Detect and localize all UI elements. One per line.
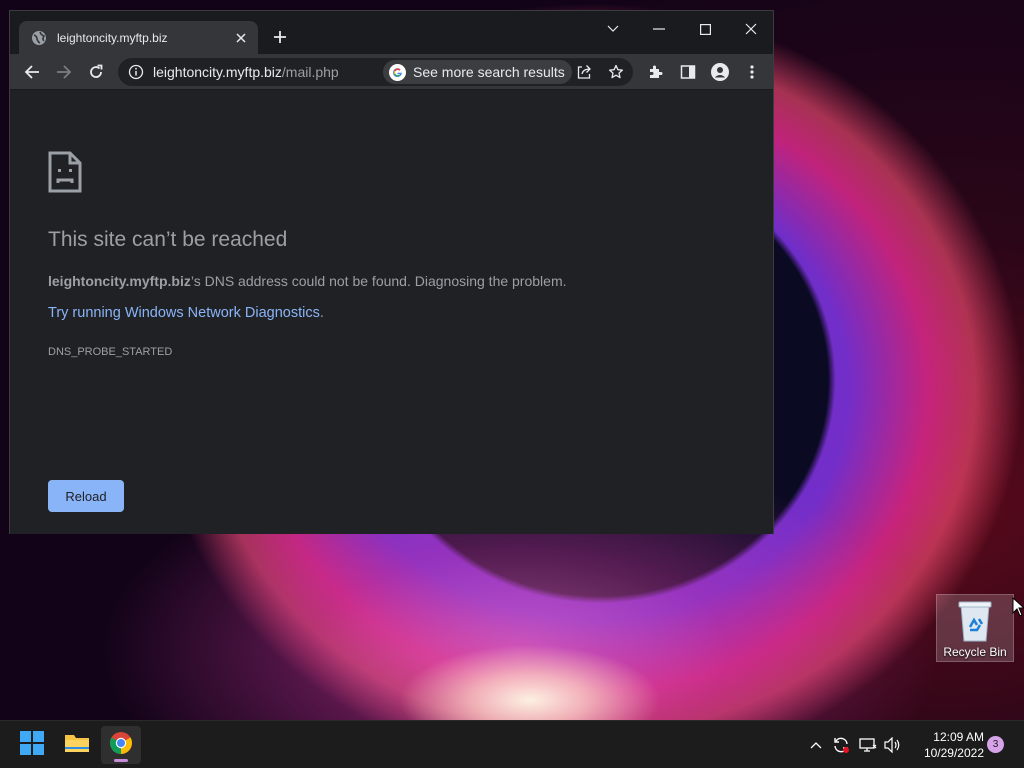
taskbar: 12:09 AM 10/29/2022 3 bbox=[0, 720, 1024, 768]
chrome-icon bbox=[109, 731, 133, 760]
tab-strip: leightoncity.myftp.biz bbox=[10, 11, 773, 54]
clock-date: 10/29/2022 bbox=[923, 746, 984, 760]
file-explorer-button[interactable] bbox=[57, 726, 97, 764]
address-bar[interactable]: leightoncity.myftp.biz/mail.php See more… bbox=[118, 58, 633, 86]
error-description: leightoncity.myftp.biz’s DNS address cou… bbox=[48, 273, 567, 289]
reload-button[interactable]: Reload bbox=[48, 480, 124, 512]
clock[interactable]: 12:09 AM 10/29/2022 bbox=[908, 729, 984, 761]
recycle-bin-icon bbox=[955, 599, 995, 643]
plus-icon[interactable] bbox=[271, 28, 289, 46]
error-page: This site can’t be reached leightoncity.… bbox=[10, 91, 773, 534]
person-icon[interactable] bbox=[708, 60, 732, 84]
address-path: /mail.php bbox=[281, 64, 339, 80]
sad-file-icon bbox=[48, 151, 82, 193]
search-chip-label: See more search results bbox=[413, 64, 565, 80]
search-results-chip[interactable]: See more search results bbox=[383, 60, 572, 84]
kebab-menu-icon[interactable] bbox=[740, 60, 764, 84]
info-icon[interactable] bbox=[128, 64, 144, 80]
forward-arrow-icon[interactable] bbox=[52, 60, 76, 84]
star-icon[interactable] bbox=[607, 63, 625, 81]
link-suffix: . bbox=[319, 305, 324, 321]
recycle-bin-label: Recycle Bin bbox=[943, 645, 1007, 659]
back-arrow-icon[interactable] bbox=[20, 60, 44, 84]
minimize-icon[interactable] bbox=[646, 18, 672, 40]
error-desc-rest: ’s DNS address could not be found. Diagn… bbox=[190, 273, 567, 289]
close-icon[interactable] bbox=[738, 18, 764, 40]
address-host: leightoncity.myftp.biz bbox=[153, 64, 282, 80]
puzzle-icon[interactable] bbox=[644, 60, 668, 84]
side-panel-icon[interactable] bbox=[676, 60, 700, 84]
error-title: This site can’t be reached bbox=[48, 228, 288, 251]
share-icon[interactable] bbox=[575, 63, 593, 81]
clock-time: 12:09 AM bbox=[933, 730, 984, 744]
error-code: DNS_PROBE_STARTED bbox=[48, 346, 173, 358]
active-indicator bbox=[114, 759, 128, 762]
chevron-up-icon[interactable] bbox=[806, 735, 826, 755]
tab-title: leightoncity.myftp.biz bbox=[57, 30, 168, 45]
network-diagnostics-link-wrap: Try running Windows Network Diagnostics. bbox=[48, 305, 324, 321]
toolbar: leightoncity.myftp.biz/mail.php See more… bbox=[10, 54, 773, 90]
sync-icon[interactable] bbox=[831, 735, 851, 755]
network-diagnostics-link[interactable]: Try running Windows Network Diagnostics bbox=[48, 305, 320, 321]
mouse-cursor-icon bbox=[1012, 596, 1024, 617]
address-text: leightoncity.myftp.biz/mail.php bbox=[153, 64, 339, 80]
chevron-down-icon[interactable] bbox=[600, 18, 626, 40]
folder-icon bbox=[64, 732, 90, 759]
maximize-icon[interactable] bbox=[692, 18, 718, 40]
start-button[interactable] bbox=[12, 726, 52, 764]
google-icon bbox=[389, 63, 406, 81]
windows-logo-icon bbox=[20, 730, 44, 760]
close-icon[interactable] bbox=[232, 29, 250, 47]
network-icon[interactable] bbox=[858, 735, 878, 755]
browser-window: leightoncity.myftp.biz leightoncity.myft… bbox=[9, 10, 774, 534]
volume-icon[interactable] bbox=[883, 735, 903, 755]
recycle-bin[interactable]: Recycle Bin bbox=[936, 594, 1014, 662]
reload-icon[interactable] bbox=[84, 60, 108, 84]
notification-badge[interactable]: 3 bbox=[987, 736, 1004, 753]
error-host: leightoncity.myftp.biz bbox=[48, 273, 191, 289]
globe-icon bbox=[31, 30, 47, 46]
tab-active[interactable]: leightoncity.myftp.biz bbox=[19, 21, 258, 54]
chrome-button[interactable] bbox=[101, 726, 141, 764]
